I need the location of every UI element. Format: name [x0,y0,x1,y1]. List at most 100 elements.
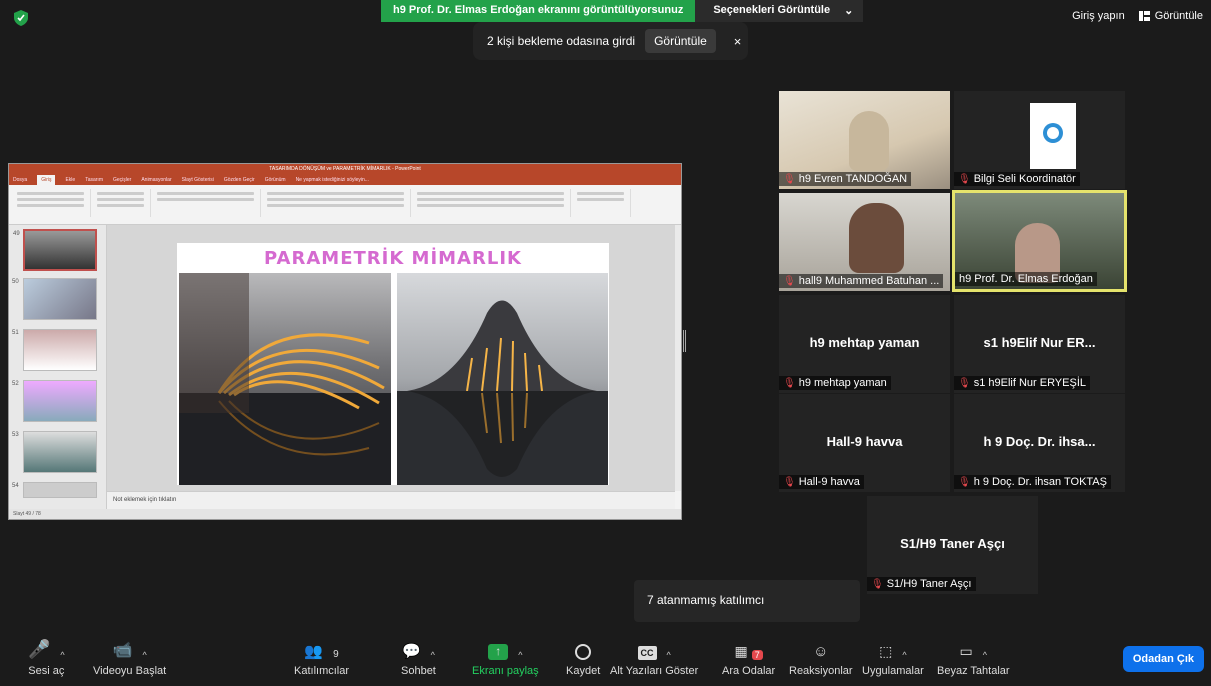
leave-meeting-button[interactable]: Odadan Çık [1122,646,1204,672]
slide-number: 51 [12,330,19,336]
chevron-up-icon[interactable]: ^ [518,650,522,660]
start-video-button[interactable]: 📹 ^ Videoyu Başlat [93,638,166,677]
tile-display-name: Hall-9 havva [826,434,903,449]
participant-name: Bilgi Seli Koordinatör [973,173,1076,185]
participant-name: Hall-9 havva [798,476,860,488]
close-icon[interactable]: × [734,34,742,49]
chat-button[interactable]: 💬 ^ Sohbet [401,638,436,677]
waiting-room-view-button[interactable]: Görüntüle [645,29,716,53]
tile-name-label: 🎙 h 9 Doç. Dr. ihsan TOKTAŞ [954,475,1111,489]
ppt-tab-active: Giriş [37,175,56,185]
unmute-button[interactable]: 🎤 ^ Sesi aç [28,638,65,677]
current-slide: PARAMETRİK MİMARLIK [177,243,609,485]
parametric-pavilion-image-2 [397,273,608,485]
tile-display-name: h 9 Doç. Dr. ihsa... [983,434,1096,449]
ppt-vertical-scrollbar[interactable] [675,225,681,491]
zoom-meeting-window: h9 Prof. Dr. Elmas Erdoğan ekranını görü… [0,0,1211,686]
participant-name: S1/H9 Taner Aşçı [886,578,972,590]
slide-number: 50 [12,279,19,285]
mic-muted-icon: 🎙 [958,173,971,185]
ribbon-group [11,189,91,217]
split-resize-handle[interactable] [683,330,686,352]
video-tile[interactable]: 🎙 h9 Evren TANDOĞAN [779,91,950,189]
mic-muted-icon: 🎙 [783,377,796,389]
tile-name-label: 🎙 hall9 Muhammed Batuhan ... [779,274,944,288]
whiteboards-label: Beyaz Tahtalar [937,665,1010,677]
slide-title: PARAMETRİK MİMARLIK [264,248,522,269]
ppt-status-bar: Slayt 49 / 78 [9,509,681,519]
slide-thumbnail: 52 [12,380,97,422]
apps-label: Uygulamalar [862,665,924,677]
ppt-tab: Dosya [13,177,28,183]
chevron-up-icon[interactable]: ^ [142,650,146,660]
chevron-up-icon[interactable]: ^ [667,650,671,660]
ribbon-group [151,189,261,217]
sign-in-link[interactable]: Giriş yapın [1072,10,1125,22]
view-label: Görüntüle [1154,10,1203,22]
view-button[interactable]: Görüntüle [1138,10,1203,22]
breakout-rooms-button[interactable]: ▦ 7 Ara Odalar [722,638,775,677]
view-options-button[interactable]: Seçenekleri Görüntüle ⌄ [695,0,864,22]
slide-number: 53 [12,432,19,438]
chevron-down-icon: ⌄ [844,5,854,17]
ppt-tab: Slayt Gösterisi [181,177,214,183]
record-button[interactable]: Kaydet [566,638,600,677]
participants-button[interactable]: 👥 9 Katılımcılar [294,638,349,677]
chevron-up-icon[interactable]: ^ [60,650,64,660]
breakout-badge: 7 [751,650,763,660]
chat-icon: 💬 [401,643,421,660]
reactions-button[interactable]: ☺ Reaksiyonlar [789,638,853,677]
top-right-controls: Giriş yapın Görüntüle [1072,10,1203,22]
ribbon-group [261,189,411,217]
mic-muted-icon: 🎙 [783,476,796,488]
ppt-ribbon [9,185,681,225]
ppt-window-title: TASARIMDA DÖNÜŞÜM ve PARAMETRİK MİMARLIK… [9,164,681,175]
breakout-rooms-label: Ara Odalar [722,665,776,677]
waiting-room-text: 2 kişi bekleme odasına girdi [487,34,636,48]
participant-name: s1 h9Elif Nur ERYEŞİL [973,377,1086,389]
captions-button[interactable]: CC ^ Alt Yazıları Göster [610,638,698,677]
slide-thumbnail: 53 [12,431,97,473]
mic-muted-icon: 🎙 [783,173,796,185]
chevron-up-icon[interactable]: ^ [983,650,987,660]
ppt-ribbon-tabs: Dosya Giriş Ekle Tasarım Geçişler Animas… [9,175,681,185]
video-tile-active-speaker[interactable]: h9 Prof. Dr. Elmas Erdoğan [952,190,1127,292]
mic-muted-icon: 🎙 [958,377,971,389]
share-screen-button[interactable]: ↑ ^ Ekranı paylaş [472,638,539,677]
smiley-icon: ☺ [813,643,829,660]
share-screen-icon: ↑ [488,644,509,660]
apps-button[interactable]: ⬚ ^ Uygulamalar [862,638,924,677]
shared-screen: TASARIMDA DÖNÜŞÜM ve PARAMETRİK MİMARLIK… [8,163,682,520]
record-label: Kaydet [566,665,601,677]
unassigned-participants-tooltip: 7 atanmamış katılımcı [634,580,860,622]
participant-video [849,111,889,171]
record-icon [575,644,592,660]
ribbon-group [91,189,151,217]
chevron-up-icon[interactable]: ^ [902,650,906,660]
security-shield-icon[interactable] [14,10,28,26]
video-tile[interactable]: 🎙 hall9 Muhammed Batuhan ... [779,193,950,291]
video-tile[interactable]: s1 h9Elif Nur ER... 🎙 s1 h9Elif Nur ERYEŞ… [954,295,1125,393]
video-tile[interactable]: S1/H9 Taner Aşçı 🎙 S1/H9 Taner Aşçı [867,496,1038,594]
whiteboards-button[interactable]: ▭ ^ Beyaz Tahtalar [937,638,1010,677]
chevron-up-icon[interactable]: ^ [431,650,435,660]
participant-video [849,203,904,273]
video-tile[interactable]: Hall-9 havva 🎙 Hall-9 havva [779,394,950,492]
tile-name-label: 🎙 s1 h9Elif Nur ERYEŞİL [954,376,1090,390]
mic-muted-icon: 🎙 [783,275,796,287]
share-screen-label: Ekranı paylaş [472,665,539,677]
whiteboard-icon: ▭ [959,643,973,659]
video-tile[interactable]: h 9 Doç. Dr. ihsa... 🎙 h 9 Doç. Dr. ihsan… [954,394,1125,492]
start-video-label: Videoyu Başlat [93,665,167,677]
waiting-room-toast: 2 kişi bekleme odasına girdi Görüntüle × [473,22,748,60]
video-tile[interactable]: 🎙 Bilgi Seli Koordinatör [954,91,1125,189]
video-tile[interactable]: h9 mehtap yaman 🎙 h9 mehtap yaman [779,295,950,393]
participant-name: hall9 Muhammed Batuhan ... [798,275,940,287]
tile-name-label: 🎙 h9 mehtap yaman [779,376,891,390]
slide-number: 54 [12,483,19,489]
tile-name-label: h9 Prof. Dr. Elmas Erdoğan [955,272,1097,286]
slide-number: 52 [12,381,19,387]
tile-display-name: h9 mehtap yaman [809,335,920,350]
participant-name: h 9 Doç. Dr. ihsan TOKTAŞ [973,476,1107,488]
captions-label: Alt Yazıları Göster [610,665,699,677]
